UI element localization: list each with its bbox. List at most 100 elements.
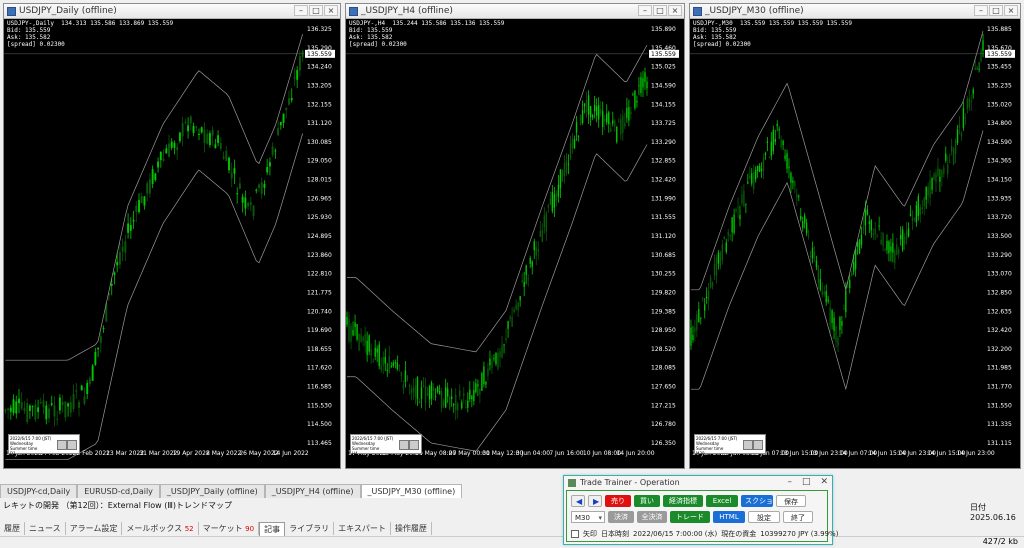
- candle-body: [941, 170, 943, 178]
- candle-body: [753, 171, 755, 190]
- candle-body: [604, 118, 606, 122]
- maximize-icon[interactable]: □: [653, 5, 667, 16]
- mini-right-button[interactable]: [409, 440, 419, 450]
- chart-tab[interactable]: _USDJPY_H4 (offline): [264, 484, 361, 498]
- arrow-label: 矢印: [583, 530, 597, 538]
- excel-button[interactable]: Excel: [706, 495, 738, 507]
- next-bar-button[interactable]: ▶: [588, 495, 602, 507]
- terminal-tab-active[interactable]: 記事: [259, 522, 286, 536]
- candle-body: [422, 385, 425, 387]
- window-titlebar[interactable]: _USDJPY_H4 (offline) – □ ×: [346, 4, 684, 19]
- terminal-tab[interactable]: マーケット 90: [199, 522, 260, 535]
- window-titlebar[interactable]: _USDJPY_M30 (offline) – □ ×: [690, 4, 1020, 19]
- mini-left-button[interactable]: [399, 440, 409, 450]
- close-icon[interactable]: ×: [1004, 5, 1018, 16]
- save-button[interactable]: 保存: [776, 495, 806, 507]
- dialog-titlebar[interactable]: Trade Trainer - Operation – □ ✕: [564, 476, 832, 489]
- candle-body: [414, 385, 417, 398]
- close-position-button[interactable]: 決済: [608, 511, 634, 523]
- candle-body: [503, 344, 505, 346]
- candle-body: [195, 126, 198, 128]
- maximize-icon[interactable]: □: [989, 5, 1003, 16]
- terminal-tab[interactable]: ライブラリ: [285, 522, 335, 535]
- candle-body: [258, 184, 260, 189]
- candle-body: [485, 381, 487, 385]
- chart-tabs: USDJPY-cd,Daily EURUSD-cd,Daily _USDJPY_…: [0, 484, 463, 498]
- y-tick-label: 131.335: [987, 421, 1012, 428]
- close-icon[interactable]: ×: [668, 5, 682, 16]
- chart-window-h4[interactable]: _USDJPY_H4 (offline) – □ × 135.890 135.460 1…: [345, 3, 685, 469]
- html-button[interactable]: HTML: [713, 511, 745, 523]
- economic-indicators-button[interactable]: 経済指標: [663, 495, 703, 507]
- arrow-checkbox[interactable]: [571, 530, 579, 538]
- exit-button[interactable]: 終了: [783, 511, 813, 523]
- y-tick-label: 132.855: [651, 158, 676, 165]
- settings-button[interactable]: 設定: [748, 511, 780, 523]
- y-tick-label: 132.420: [987, 327, 1012, 334]
- prev-bar-button[interactable]: ◀: [571, 495, 585, 507]
- price-chart[interactable]: 135.890 135.460 135.025 134.590 134.155 133.7…: [346, 19, 684, 469]
- mini-right-button[interactable]: [67, 440, 77, 450]
- candle-body: [581, 110, 584, 124]
- candle-body: [968, 98, 970, 108]
- candle-body: [529, 257, 531, 264]
- terminal-tab[interactable]: ニュース: [25, 522, 66, 535]
- candlestick-chart[interactable]: 136.325135.290134.240133.205132.155131.1…: [4, 19, 340, 469]
- minimize-icon[interactable]: –: [974, 5, 988, 16]
- mini-right-button[interactable]: [753, 440, 763, 450]
- terminal-tab[interactable]: 操作履歴: [391, 522, 432, 535]
- chart-tab-active[interactable]: _USDJPY_M30 (offline): [360, 484, 463, 498]
- terminal-tab[interactable]: メールボックス 52: [122, 522, 199, 535]
- minimize-icon[interactable]: –: [638, 5, 652, 16]
- terminal-tab[interactable]: 履歴: [0, 522, 25, 535]
- y-tick-label: 134.590: [987, 139, 1012, 146]
- trade-trainer-dialog[interactable]: Trade Trainer - Operation – □ ✕ ◀ ▶ 売り 買い …: [563, 475, 838, 545]
- minimize-icon[interactable]: –: [787, 477, 792, 487]
- x-tick-label: 8 May 2022: [206, 450, 241, 457]
- chart-window-daily[interactable]: USDJPY_Daily (offline) – □ × 136.325 135.29…: [3, 3, 341, 469]
- candle-body: [800, 216, 802, 220]
- candle-body: [585, 100, 588, 113]
- chart-window-m30[interactable]: _USDJPY_M30 (offline) – □ × 135.885 135.670…: [689, 3, 1021, 469]
- screenshot-button[interactable]: スクショ: [741, 495, 773, 507]
- candlestick-chart[interactable]: 135.890135.460135.025134.590134.155133.7…: [346, 19, 684, 469]
- mini-left-button[interactable]: [743, 440, 753, 450]
- price-chart[interactable]: 135.885 135.670 135.455 135.235 135.020 134.8…: [690, 19, 1020, 469]
- trade-button[interactable]: トレード: [670, 511, 710, 523]
- window-titlebar[interactable]: USDJPY_Daily (offline) – □ ×: [4, 4, 340, 19]
- terminal-tab[interactable]: アラーム設定: [66, 522, 123, 535]
- candle-body: [260, 182, 263, 194]
- candle-body: [573, 139, 576, 149]
- chart-tab[interactable]: _USDJPY_Daily (offline): [159, 484, 265, 498]
- close-all-button[interactable]: 全決済: [637, 511, 667, 523]
- chart-tab[interactable]: USDJPY-cd,Daily: [0, 484, 78, 498]
- close-icon[interactable]: ×: [324, 5, 338, 16]
- mini-left-button[interactable]: [57, 440, 67, 450]
- candle-body: [535, 247, 537, 256]
- info-line: USDJPY-,Daily 134.313 135.586 133.869 13…: [7, 20, 174, 27]
- candle-body: [847, 286, 849, 288]
- candle-body: [610, 128, 612, 132]
- candle-body: [843, 308, 845, 310]
- maximize-icon[interactable]: □: [309, 5, 323, 16]
- y-tick-label: 126.965: [307, 195, 332, 202]
- candlestick-chart[interactable]: 135.885135.670135.455135.235135.020134.8…: [690, 19, 1020, 469]
- candle-body: [420, 387, 423, 399]
- sell-button[interactable]: 売り: [605, 495, 631, 507]
- candle-body: [719, 252, 722, 267]
- candle-body: [222, 156, 225, 159]
- candle-body: [862, 226, 865, 229]
- minimize-icon[interactable]: –: [294, 5, 308, 16]
- maximize-icon[interactable]: □: [802, 477, 811, 487]
- candle-body: [626, 107, 628, 118]
- close-icon[interactable]: ✕: [820, 477, 828, 487]
- chart-tab[interactable]: EURUSD-cd,Daily: [77, 484, 160, 498]
- candle-body: [384, 357, 386, 364]
- price-chart[interactable]: 136.325 135.290 134.240 133.205 132.155 131.1…: [4, 19, 340, 469]
- chart-window-icon: [349, 6, 358, 16]
- terminal-tab[interactable]: エキスパート: [334, 522, 391, 535]
- news-line[interactable]: レキットの開発 （第12回）：External Flow (Ⅲ)トレンドマップ: [0, 499, 563, 513]
- timeframe-select[interactable]: M30: [571, 511, 605, 524]
- buy-button[interactable]: 買い: [634, 495, 660, 507]
- price-tag: 135.559: [987, 51, 1012, 58]
